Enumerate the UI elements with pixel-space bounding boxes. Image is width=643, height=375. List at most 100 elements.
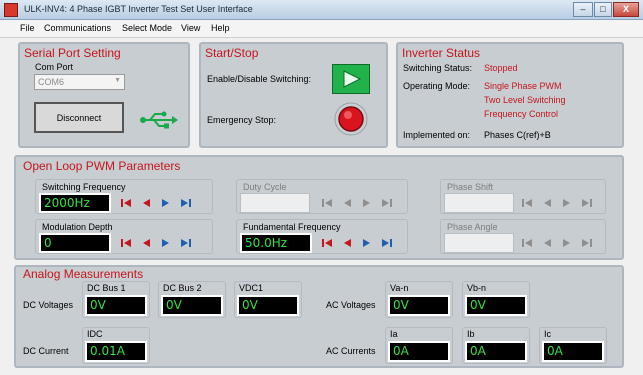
idc-display: 0.01A [85, 341, 147, 362]
usb-icon [138, 110, 178, 130]
ic-label: Ic [544, 329, 552, 339]
switching-frequency-step-back-button[interactable] [140, 197, 152, 209]
modulation-depth-step-back-button[interactable] [140, 237, 152, 249]
switching-frequency-controls [120, 197, 200, 209]
skip-forward-icon [582, 239, 592, 247]
enable-switching-label: Enable/Disable Switching: [207, 74, 312, 84]
dc-bus2-label: DC Bus 2 [163, 283, 202, 293]
inverter-status-title: Inverter Status [402, 46, 481, 60]
skip-forward-icon [181, 199, 191, 207]
step-back-icon [344, 239, 351, 247]
menu-view[interactable]: View [181, 23, 200, 33]
modulation-depth-controls [120, 237, 200, 249]
step-forward-icon [563, 239, 570, 247]
vbn-group: Vb-n 0V [462, 281, 530, 318]
vdc1-group: VDC1 0V [234, 281, 302, 318]
ib-group: Ib 0A [462, 327, 530, 364]
step-back-icon [143, 199, 150, 207]
disconnect-button[interactable]: Disconnect [34, 102, 124, 133]
modulation-depth-label: Modulation Depth [42, 222, 113, 232]
phase-shift-step-forward-button [561, 197, 573, 209]
switching-status-label: Switching Status: [403, 63, 473, 73]
analog-measurements-title: Analog Measurements [23, 267, 144, 281]
modulation-depth-display: 0 [39, 233, 111, 253]
menu-file[interactable]: File [20, 23, 35, 33]
dc-bus1-label: DC Bus 1 [87, 283, 126, 293]
skip-back-icon [121, 239, 131, 247]
operating-mode-line3: Frequency Control [484, 109, 559, 119]
vdc1-display: 0V [237, 295, 299, 316]
ac-currents-label: AC Currents [326, 346, 376, 356]
inverter-status-panel: Inverter Status Switching Status: Stoppe… [396, 42, 624, 148]
pwm-parameters-panel: Open Loop PWM Parameters Switching Frequ… [14, 155, 624, 260]
vbn-display: 0V [465, 295, 527, 316]
ic-group: Ic 0A [539, 327, 607, 364]
fundamental-frequency-skip-back-button[interactable] [321, 237, 333, 249]
enable-switching-button[interactable] [332, 64, 370, 94]
com-port-label: Com Port [35, 62, 74, 72]
vbn-label: Vb-n [467, 283, 487, 293]
phase-shift-skip-back-button [521, 197, 533, 209]
minimize-button[interactable]: – [573, 2, 593, 17]
step-back-icon [143, 239, 150, 247]
switching-frequency-skip-back-button[interactable] [120, 197, 132, 209]
dc-bus1-display: 0V [85, 295, 147, 316]
step-forward-icon [162, 239, 169, 247]
step-back-icon [544, 239, 551, 247]
fundamental-frequency-display: 50.0Hz [240, 233, 312, 253]
switching-frequency-step-forward-button[interactable] [160, 197, 172, 209]
dc-current-label: DC Current [23, 346, 69, 356]
skip-back-icon [522, 239, 532, 247]
phase-angle-label: Phase Angle [447, 222, 498, 232]
fundamental-frequency-group: Fundamental Frequency 50.0Hz [236, 219, 408, 254]
van-display: 0V [388, 295, 450, 316]
phase-angle-skip-forward-button [581, 237, 593, 249]
ic-display: 0A [542, 341, 604, 362]
ia-group: Ia 0A [385, 327, 453, 364]
start-stop-title: Start/Stop [205, 46, 259, 60]
idc-label: IDC [87, 329, 103, 339]
fundamental-frequency-step-forward-button[interactable] [361, 237, 373, 249]
dc-bus2-display: 0V [161, 295, 223, 316]
dc-bus2-group: DC Bus 2 0V [158, 281, 226, 318]
duty-cycle-step-back-button [341, 197, 353, 209]
skip-forward-icon [382, 199, 392, 207]
van-group: Va-n 0V [385, 281, 453, 318]
emergency-stop-button[interactable] [334, 102, 368, 136]
phase-angle-skip-back-button [521, 237, 533, 249]
switching-frequency-label: Switching Frequency [42, 182, 126, 192]
duty-cycle-label: Duty Cycle [243, 182, 287, 192]
chevron-down-icon: ▼ [114, 77, 121, 84]
close-button[interactable]: X [613, 2, 639, 17]
phase-shift-skip-forward-button [581, 197, 593, 209]
emergency-stop-label: Emergency Stop: [207, 115, 277, 125]
com-port-select[interactable]: COM6 ▼ [34, 74, 125, 90]
skip-back-icon [322, 199, 332, 207]
menu-select-mode[interactable]: Select Mode [122, 23, 172, 33]
step-forward-icon [363, 239, 370, 247]
pwm-parameters-title: Open Loop PWM Parameters [23, 159, 181, 173]
phase-angle-controls [521, 237, 601, 249]
fundamental-frequency-skip-forward-button[interactable] [381, 237, 393, 249]
switching-frequency-skip-forward-button[interactable] [180, 197, 192, 209]
fundamental-frequency-step-back-button[interactable] [341, 237, 353, 249]
serial-port-title: Serial Port Setting [24, 46, 121, 60]
modulation-depth-step-forward-button[interactable] [160, 237, 172, 249]
switching-frequency-group: Switching Frequency 2000Hz [35, 179, 213, 214]
title-bar: ULK-INV4: 4 Phase IGBT Inverter Test Set… [0, 0, 643, 20]
operating-mode-line2: Two Level Switching [484, 95, 566, 105]
step-forward-icon [162, 199, 169, 207]
skip-back-icon [322, 239, 332, 247]
menu-help[interactable]: Help [211, 23, 230, 33]
ib-display: 0A [465, 341, 527, 362]
implemented-on-label: Implemented on: [403, 130, 471, 140]
ia-display: 0A [388, 341, 450, 362]
menu-communications[interactable]: Communications [44, 23, 111, 33]
modulation-depth-skip-back-button[interactable] [120, 237, 132, 249]
phase-angle-group: Phase Angle [440, 219, 606, 254]
skip-forward-icon [582, 199, 592, 207]
window-title: ULK-INV4: 4 Phase IGBT Inverter Test Set… [24, 4, 253, 14]
modulation-depth-skip-forward-button[interactable] [180, 237, 192, 249]
start-stop-panel: Start/Stop Enable/Disable Switching: Eme… [199, 42, 388, 148]
maximize-button[interactable]: □ [594, 2, 612, 17]
